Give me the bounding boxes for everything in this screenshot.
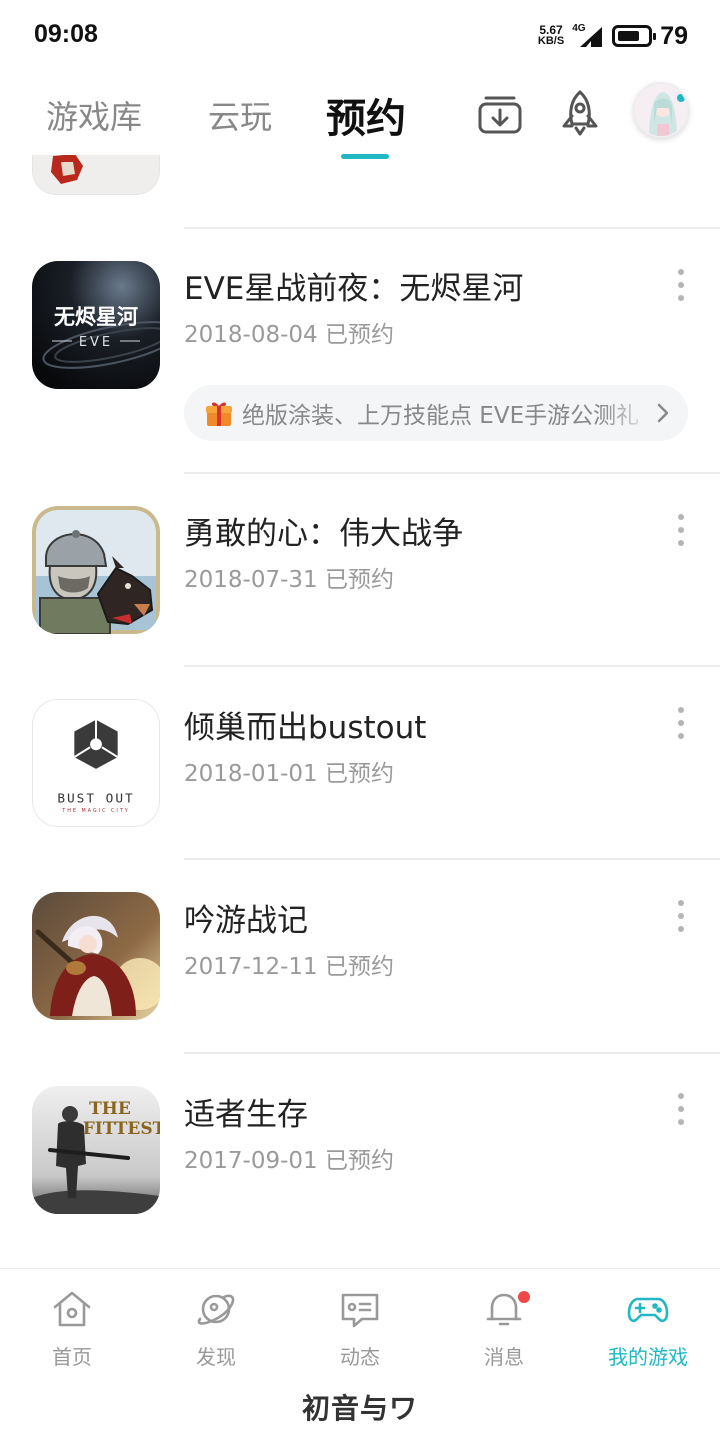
game-title[interactable]: 倾巢而出bustout: [184, 702, 426, 747]
game-icon-eve[interactable]: 无烬星河 EVE: [32, 261, 160, 389]
game-icon-the-fittest[interactable]: THE FITTEST: [32, 1086, 160, 1214]
reservation-date: 2017-09-01: [184, 1148, 318, 1174]
reservation-status: 已预约: [324, 1148, 394, 1174]
reservation-status: 已预约: [324, 761, 394, 787]
nav-discover[interactable]: 发现: [156, 1287, 276, 1377]
nav-label: 首页: [52, 1345, 92, 1369]
reservation-meta: 2018-01-01 已预约: [184, 754, 394, 788]
more-options-button[interactable]: [666, 896, 696, 936]
home-icon: [53, 1291, 91, 1327]
nav-feed[interactable]: 动态: [300, 1287, 420, 1377]
chevron-right-icon: [657, 403, 669, 423]
reservation-date: 2017-12-11: [184, 954, 318, 980]
row-divider: [184, 1052, 720, 1054]
tab-cloud-play[interactable]: 云玩: [208, 92, 272, 138]
reservation-date: 2018-01-01: [184, 761, 318, 787]
more-options-button[interactable]: [666, 265, 696, 305]
game-title[interactable]: 吟游战记: [184, 895, 308, 940]
nav-home[interactable]: 首页: [12, 1287, 132, 1377]
battery-fill: [618, 31, 640, 41]
network-speed: 5.67 KB/S: [537, 24, 565, 47]
nav-my-games[interactable]: 我的游戏: [588, 1287, 708, 1377]
status-time: 09:08: [34, 20, 98, 48]
battery-level: 79: [660, 21, 688, 50]
row-divider: [184, 665, 720, 667]
reservation-meta: 2017-12-11 已预约: [184, 947, 394, 981]
gamepad-icon: [627, 1297, 669, 1323]
reservation-status: 已预约: [324, 322, 394, 348]
reservation-meta: 2018-07-31 已预约: [184, 560, 394, 594]
nav-label: 我的游戏: [608, 1345, 688, 1369]
game-title[interactable]: 适者生存: [184, 1089, 308, 1134]
status-icons: 5.67 KB/S 4G 79: [538, 20, 688, 52]
tab-game-library[interactable]: 游戏库: [46, 92, 142, 138]
reservation-list: 无烬星河 EVE EVE星战前夜：无烬星河 2018-08-04 已预约 绝版涂…: [0, 155, 720, 1267]
reservation-date: 2018-07-31: [184, 567, 318, 593]
game-icon-bustout[interactable]: BUST OUT THE MAGIC CITY: [32, 699, 160, 827]
promo-banner[interactable]: 绝版涂装、上万技能点 EVE手游公测礼: [184, 385, 688, 441]
chat-card-icon: [341, 1293, 379, 1328]
planet-icon: [197, 1294, 235, 1325]
reservation-meta: 2018-08-04 已预约: [184, 315, 394, 349]
reservation-status: 已预约: [324, 954, 394, 980]
user-avatar[interactable]: [633, 82, 689, 138]
nav-label: 发现: [196, 1345, 236, 1369]
eve-icon-text: 无烬星河: [54, 305, 138, 329]
rocket-icon[interactable]: [556, 88, 604, 138]
gift-icon: [206, 402, 232, 426]
reservation-meta: 2017-09-01 已预约: [184, 1141, 394, 1175]
fittest-icon-text-1: THE: [89, 1099, 131, 1119]
nav-messages[interactable]: 消息: [444, 1287, 564, 1377]
partial-game-icon[interactable]: [32, 155, 160, 195]
more-options-button[interactable]: [666, 1089, 696, 1129]
brand-logo: 初音与ワ: [301, 1392, 418, 1425]
notification-badge: [516, 1289, 532, 1305]
game-icon-bard-chronicles[interactable]: [32, 892, 160, 1020]
fittest-icon-text-2: FITTEST: [83, 1119, 160, 1139]
more-options-button[interactable]: [666, 703, 696, 743]
battery-icon: [612, 25, 657, 47]
bustout-icon-text: BUST OUT: [57, 791, 134, 806]
row-divider: [184, 227, 720, 229]
tab-reservations[interactable]: 预约: [326, 86, 406, 144]
promo-text: 绝版涂装、上万技能点 EVE手游公测礼: [242, 403, 640, 429]
network-speed-unit: KB/S: [537, 35, 565, 47]
download-tray-icon[interactable]: [476, 88, 524, 138]
eve-icon-subtext: EVE: [79, 335, 113, 350]
nav-label: 消息: [484, 1345, 524, 1369]
game-title[interactable]: EVE星战前夜：无烬星河: [184, 263, 523, 308]
row-divider: [184, 858, 720, 860]
reservation-date: 2018-08-04: [184, 322, 318, 348]
row-divider: [184, 472, 720, 474]
more-options-button[interactable]: [666, 510, 696, 550]
status-bar: 09:08 5.67 KB/S 4G 79: [0, 0, 720, 70]
nav-label: 动态: [340, 1345, 380, 1369]
bustout-icon-subtext: THE MAGIC CITY: [61, 808, 130, 814]
game-icon-valiant-hearts[interactable]: [32, 506, 160, 634]
cell-signal-icon: 4G: [572, 23, 604, 49]
bottom-nav: 首页 发现 动态 消息 我的游戏 初音与ワ: [0, 1268, 720, 1440]
reservation-status: 已预约: [324, 567, 394, 593]
game-title[interactable]: 勇敢的心：伟大战争: [184, 508, 463, 553]
